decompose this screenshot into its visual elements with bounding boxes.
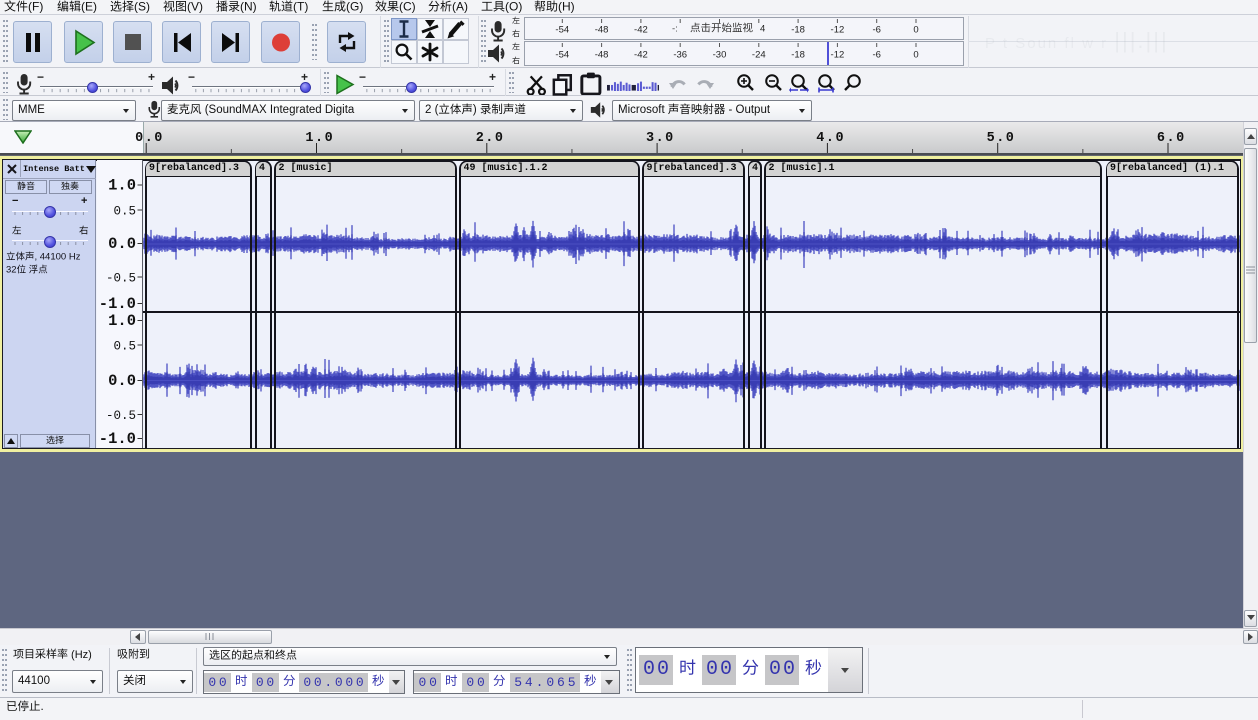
svg-text:.: . (41, 701, 44, 713)
svg-text:(Hz): (Hz) (68, 649, 92, 661)
